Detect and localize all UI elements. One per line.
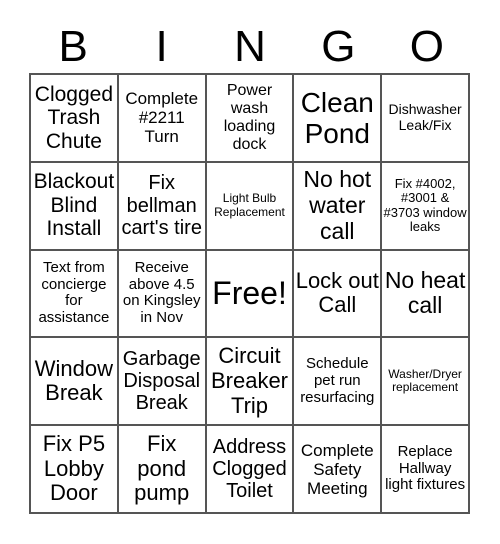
cell-label: Dishwasher Leak/Fix [388,101,462,133]
cell-label: Power wash loading dock [223,82,276,153]
bingo-cell[interactable]: Circuit Breaker Trip [205,337,294,426]
cell-label: No heat call [384,266,466,319]
cell-label: Replace Hallway light fixtures [385,442,466,494]
bingo-cell[interactable]: Fix #4002, #3001 & #3703 window leaks [381,161,469,250]
bingo-grid: Clogged Trash Chute Complete #2211 Turn Po… [29,73,470,514]
bingo-cell[interactable]: Replace Hallway light fixtures [381,425,469,513]
cell-label: Schedule pet run resurfacing [300,355,375,406]
cell-label: Complete #2211 Turn [125,89,199,147]
bingo-cell[interactable]: Fix pond pump [117,425,206,513]
bingo-cell[interactable]: Blackout Blind Install [30,161,118,250]
free-space-cell[interactable]: Free! [205,249,294,338]
bingo-cell[interactable]: No heat call [381,249,469,338]
cell-label: Clean Pond [300,86,374,149]
bingo-cell[interactable]: Text from concierge for assistance [30,249,118,338]
header-letter-b: B [58,22,88,71]
bingo-header: B I N G O [29,22,471,72]
bingo-cell[interactable]: Window Break [30,337,118,426]
bingo-cell[interactable]: Complete #2211 Turn [117,74,206,162]
bingo-cell[interactable]: Washer/Dryer replacement [381,337,469,426]
cell-label: Free! [212,274,287,311]
bingo-cell[interactable]: Schedule pet run resurfacing [293,337,382,426]
bingo-cell[interactable]: Receive above 4.5 on Kingsley in Nov [117,249,206,338]
cell-label: Fix bellman cart's tire [121,172,202,239]
bingo-cell[interactable]: Dishwasher Leak/Fix [381,74,469,162]
cell-label: Blackout Blind Install [33,170,115,241]
cell-label: Clogged Trash Chute [34,82,114,153]
cell-label: Fix #4002, #3001 & #3703 window leaks [383,175,467,235]
cell-label: Address Clogged Toilet [212,435,287,503]
bingo-cell[interactable]: Address Clogged Toilet [205,425,294,513]
bingo-cell[interactable]: Clogged Trash Chute [30,74,118,162]
cell-label: Window Break [34,355,114,406]
bingo-cell[interactable]: Complete Safety Meeting [293,425,382,513]
bingo-cell[interactable]: Fix P5 Lobby Door [30,425,118,513]
cell-label: Fix pond pump [134,431,190,506]
bingo-cell[interactable]: Clean Pond [293,74,382,162]
bingo-cell[interactable]: Lock out Call [293,249,382,338]
cell-label: Lock out Call [295,267,379,318]
bingo-cell[interactable]: No hot water call [293,161,382,250]
header-letter-i: I [155,22,168,71]
header-letter-n: N [234,22,266,71]
cell-label: Complete Safety Meeting [300,440,374,498]
cell-label: Circuit Breaker Trip [210,343,289,418]
cell-label: Light Bulb Replacement [214,191,285,219]
cell-label: Text from concierge for assistance [38,258,110,327]
header-letter-g: G [321,22,356,71]
cell-label: No hot water call [303,166,372,244]
header-letter-o: O [409,22,444,71]
bingo-cell[interactable]: Light Bulb Replacement [205,161,294,250]
cell-label: Garbage Disposal Break [122,347,201,415]
cell-label: Fix P5 Lobby Door [42,431,106,506]
bingo-cell[interactable]: Garbage Disposal Break [117,337,206,426]
bingo-cell[interactable]: Fix bellman cart's tire [117,161,206,250]
bingo-cell[interactable]: Power wash loading dock [205,74,294,162]
cell-label: Receive above 4.5 on Kingsley in Nov [122,258,201,327]
cell-label: Washer/Dryer replacement [388,366,462,395]
